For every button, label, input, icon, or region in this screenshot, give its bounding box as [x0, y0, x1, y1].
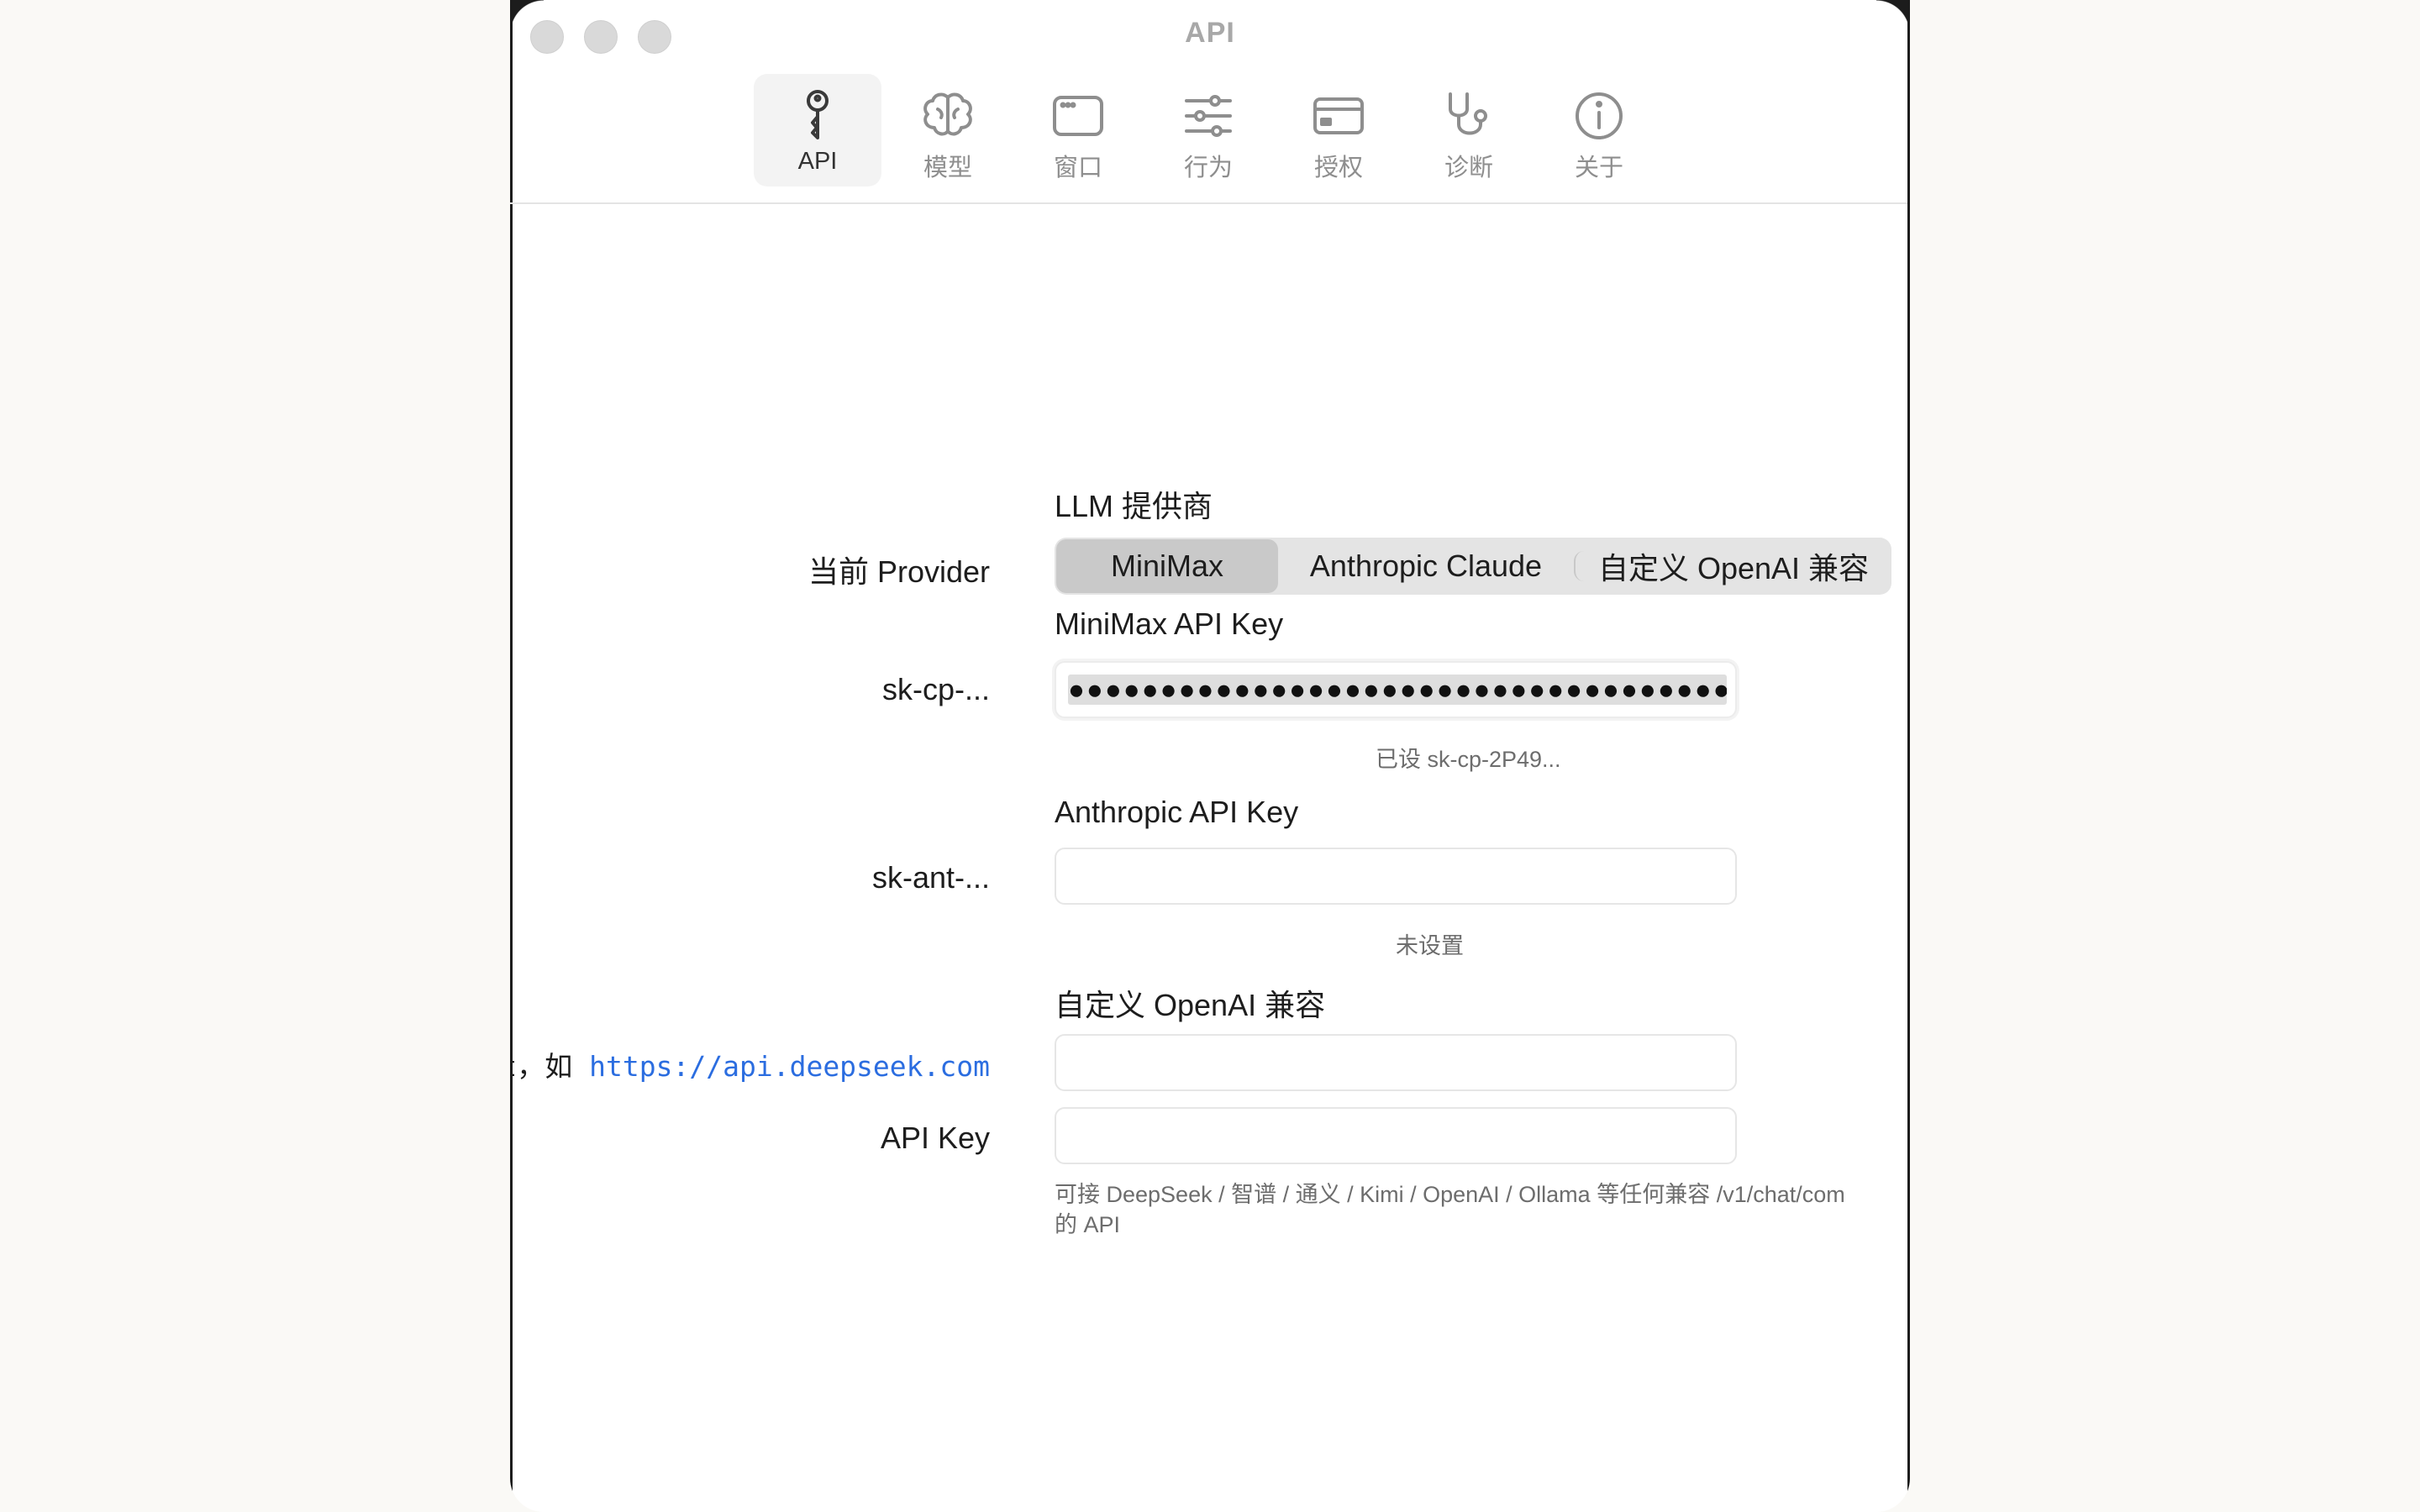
toolbar-divider — [510, 202, 1910, 204]
anthropic-key-status: 未设置 — [1396, 933, 1464, 958]
tab-diagnostics[interactable]: 诊断 — [1405, 74, 1533, 186]
tab-label: API — [797, 148, 838, 175]
minimax-key-field[interactable]: ●●●●●●●●●●●●●●●●●●●●●●●●●●●●●●●●●●●●● — [1055, 661, 1737, 718]
endpoint-field[interactable] — [1055, 1034, 1737, 1091]
endpoint-example-link: https://api.deepseek.com — [589, 1050, 990, 1083]
info-icon — [1567, 84, 1631, 148]
anthropic-key-field[interactable] — [1055, 848, 1737, 905]
custom-api-key-label: API Key — [880, 1121, 990, 1155]
window-title: API — [1185, 17, 1235, 49]
tab-license[interactable]: 授权 — [1275, 74, 1402, 186]
custom-hint-line1: 可接 DeepSeek / 智谱 / 通义 / Kimi / OpenAI / … — [1055, 1182, 1845, 1207]
tab-model[interactable]: 模型 — [884, 74, 1012, 186]
window-icon — [1046, 84, 1110, 148]
tab-window[interactable]: 窗口 — [1014, 74, 1142, 186]
tab-label: 关于 — [1574, 155, 1623, 181]
section-title-anthropic: Anthropic API Key — [1055, 795, 1299, 829]
custom-api-key-field[interactable] — [1055, 1107, 1737, 1164]
provider-label: 当前 Provider — [808, 554, 990, 589]
tab-label: 授权 — [1313, 155, 1363, 181]
tab-label: 行为 — [1183, 155, 1233, 181]
settings-window: API API 模型 窗口 行为 授权 诊断 关于 LLM 提供商 当前 Pro… — [510, 0, 1910, 1512]
section-title-custom: 自定义 OpenAI 兼容 — [1055, 988, 1326, 1022]
tab-behavior[interactable]: 行为 — [1144, 74, 1272, 186]
minimax-key-label: sk-cp-... — [881, 672, 990, 706]
endpoint-label-prefix: nt，如 — [510, 1050, 573, 1083]
segment-custom-openai[interactable]: 自定义 OpenAI 兼容 — [1574, 551, 1891, 585]
sliders-icon — [1176, 84, 1240, 148]
endpoint-label: nt，如 https://api.deepseek.com — [510, 1044, 990, 1084]
tab-about[interactable]: 关于 — [1535, 74, 1663, 186]
stethoscope-icon — [1437, 84, 1501, 148]
section-title-minimax: MiniMax API Key — [1055, 606, 1284, 641]
tab-label: 模型 — [923, 155, 972, 181]
minimax-key-status: 已设 sk-cp-2P49... — [1376, 747, 1561, 772]
tab-api[interactable]: API — [754, 74, 881, 186]
key-icon — [786, 84, 850, 148]
segment-anthropic[interactable]: Anthropic Claude — [1278, 539, 1574, 593]
section-title-provider: LLM 提供商 — [1055, 489, 1213, 523]
credit-card-icon — [1307, 84, 1370, 148]
segment-minimax[interactable]: MiniMax — [1056, 539, 1278, 593]
brain-icon — [916, 84, 980, 148]
provider-segmented-control[interactable]: MiniMax Anthropic Claude 自定义 OpenAI 兼容 — [1055, 538, 1891, 595]
tab-label: 窗口 — [1053, 155, 1102, 181]
masked-key-text: ●●●●●●●●●●●●●●●●●●●●●●●●●●●●●●●●●●●●● — [1068, 675, 1727, 705]
anthropic-key-label: sk-ant-... — [871, 860, 990, 895]
tab-label: 诊断 — [1444, 155, 1493, 181]
preferences-toolbar: API 模型 窗口 行为 授权 诊断 关于 — [754, 74, 1665, 186]
custom-hint-line2: 的 API — [1055, 1212, 1121, 1237]
